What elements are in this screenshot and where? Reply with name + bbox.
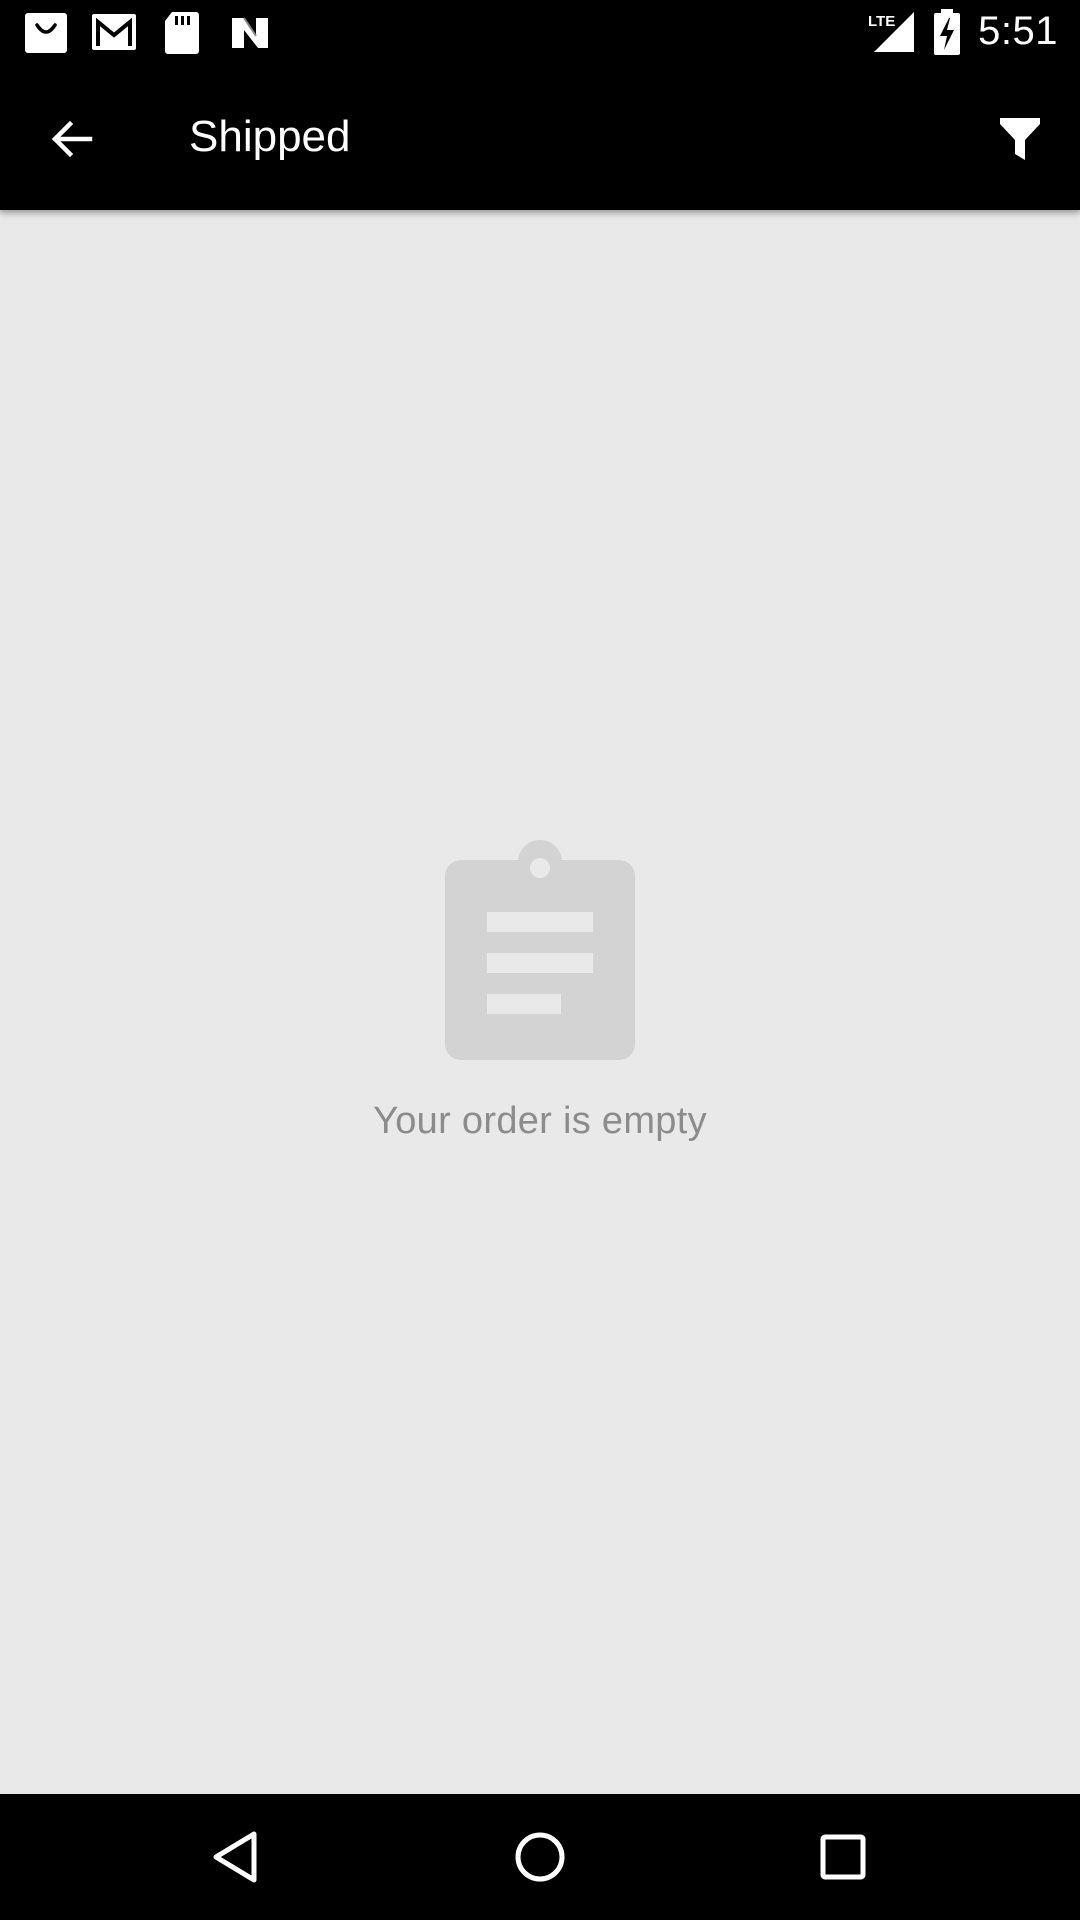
app-bar: Shipped [0,63,1080,210]
status-bar: LTE 5:51 [0,0,1080,63]
arrow-back-icon [51,120,93,158]
page-title: Shipped [189,112,351,161]
empty-state: Your order is empty [0,840,1080,1143]
status-time: 5:51 [978,9,1058,53]
nav-home-button[interactable] [500,1817,580,1897]
nav-recents-icon [820,1834,866,1880]
battery-charging-icon [934,8,961,55]
lte-signal-icon: LTE [868,11,915,52]
nav-recents-button[interactable] [803,1817,883,1897]
notification-icons [22,8,274,56]
sd-card-icon [165,12,199,54]
system-status: LTE 5:51 [866,0,1058,63]
nav-back-icon [213,1831,257,1883]
clipboard-icon [445,840,635,1060]
navigation-bar [0,1794,1080,1920]
screen: LTE 5:51 Shipped Your order is empty [0,0,1080,1920]
nav-home-icon [515,1832,565,1882]
gmail-icon [92,14,136,50]
empty-message: Your order is empty [373,1100,707,1142]
filter-icon [1000,118,1040,160]
filter-button[interactable] [984,103,1056,175]
nav-back-button[interactable] [196,1817,276,1897]
nfc-icon [232,17,268,48]
network-type-label: LTE [868,13,895,30]
shopping-bag-icon [25,13,67,53]
back-button[interactable] [36,103,108,175]
